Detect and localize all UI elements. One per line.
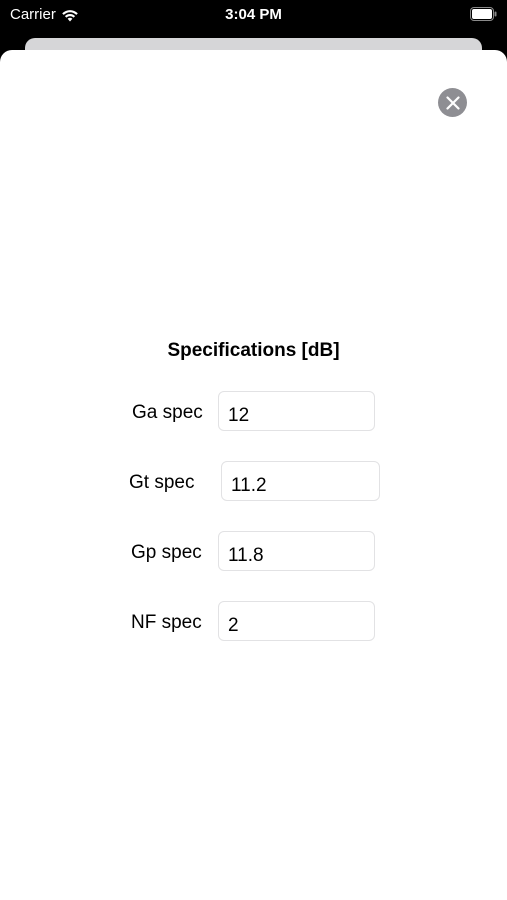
gt-spec-input[interactable] xyxy=(221,461,380,501)
gt-spec-label: Gt spec xyxy=(129,472,195,493)
battery-icon xyxy=(470,7,497,21)
spec-row-nf: NF spec xyxy=(0,601,507,641)
gp-spec-label: Gp spec xyxy=(131,542,202,563)
ga-spec-label: Ga spec xyxy=(132,402,203,423)
nf-spec-label: NF spec xyxy=(131,612,202,633)
nf-spec-input[interactable] xyxy=(218,601,375,641)
close-button[interactable] xyxy=(438,88,467,117)
spec-row-gp: Gp spec xyxy=(0,531,507,571)
status-time: 3:04 PM xyxy=(225,6,282,23)
close-icon xyxy=(445,95,460,110)
spec-row-ga: Ga spec xyxy=(0,391,507,431)
page-title: Specifications [dB] xyxy=(167,340,340,361)
ga-spec-input[interactable] xyxy=(218,391,375,431)
gp-spec-input[interactable] xyxy=(218,531,375,571)
spec-row-gt: Gt spec xyxy=(0,461,507,501)
status-bar: Carrier 3:04 PM xyxy=(0,0,507,30)
